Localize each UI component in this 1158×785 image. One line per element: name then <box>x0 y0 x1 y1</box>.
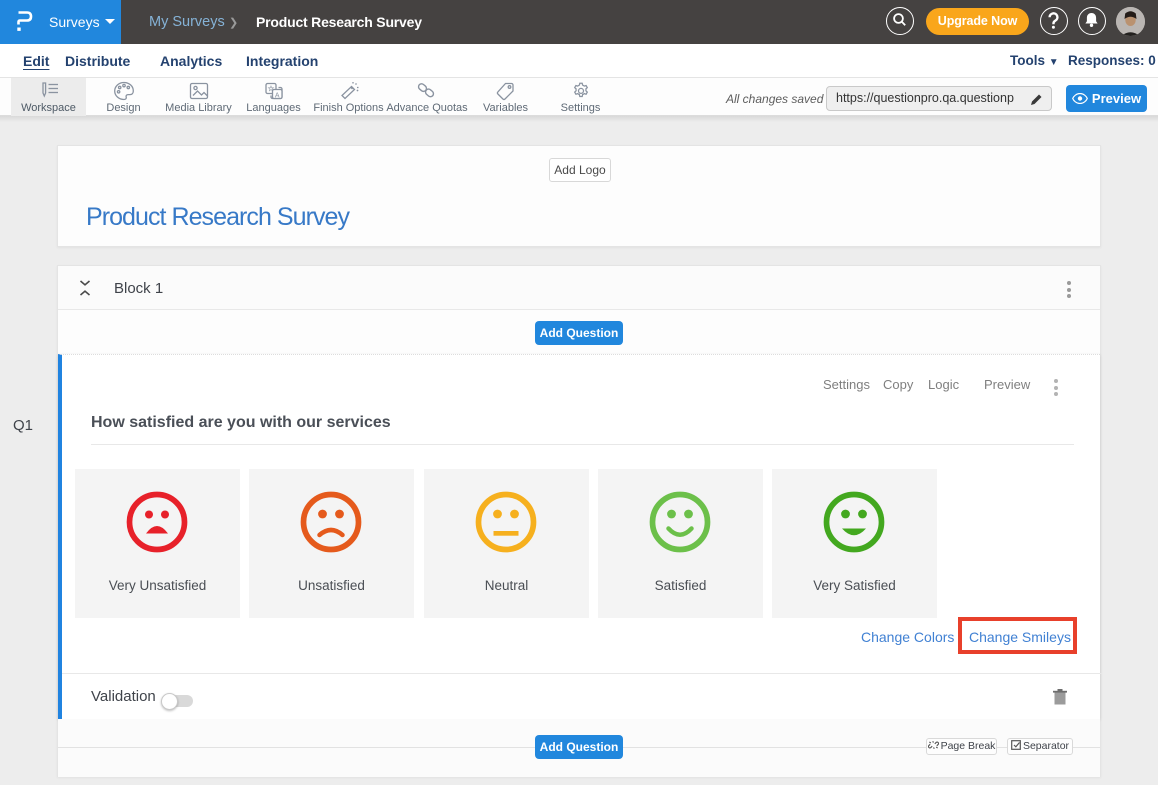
svg-text:A: A <box>274 92 279 99</box>
